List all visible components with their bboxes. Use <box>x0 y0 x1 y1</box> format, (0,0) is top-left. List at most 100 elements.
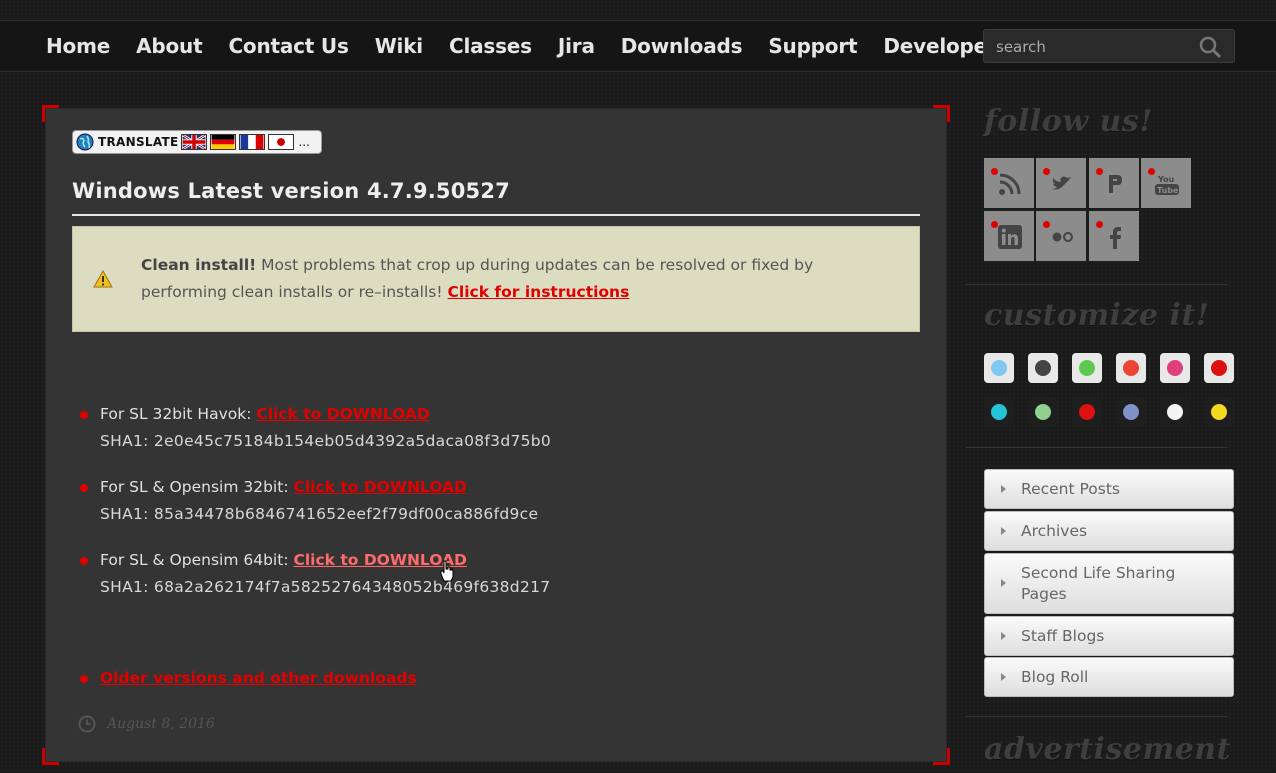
theme-swatch-orange-red[interactable] <box>1116 353 1146 383</box>
clock-icon <box>78 715 96 733</box>
theme-swatch-red-dark[interactable] <box>1072 397 1102 427</box>
theme-swatch-red[interactable] <box>1204 353 1234 383</box>
theme-swatch-white-dark[interactable] <box>1160 397 1190 427</box>
sidebar-divider <box>966 284 1228 285</box>
theme-swatch-green[interactable] <box>1072 353 1102 383</box>
caret-right-icon <box>1001 527 1006 535</box>
facebook-button[interactable] <box>1089 211 1139 261</box>
nav-jira[interactable]: Jira <box>558 34 595 58</box>
japan-flag-icon[interactable] <box>268 134 295 150</box>
bullet <box>80 411 88 419</box>
corner-decoration <box>42 105 59 122</box>
top-navigation-bar: Home About Contact Us Wiki Classes Jira … <box>0 20 1276 72</box>
widget-label: Staff Blogs <box>1021 627 1105 645</box>
youtube-button[interactable]: You Tube <box>1141 158 1191 208</box>
rss-icon <box>999 173 1021 195</box>
post-panel: TRANSLATE ... Windows Latest version 4.7… <box>42 105 950 765</box>
widget-blog-roll[interactable]: Blog Roll <box>984 657 1234 697</box>
corner-decoration <box>933 748 950 765</box>
notice-box: Clean install! Most problems that crop u… <box>72 226 920 332</box>
sha1-value: SHA1: 2e0e45c75184b154eb05d4392a5daca08f… <box>100 432 552 450</box>
widget-staff-blogs[interactable]: Staff Blogs <box>984 616 1234 656</box>
theme-swatch-cyan-dark[interactable] <box>984 397 1014 427</box>
facebook-icon <box>1110 227 1121 249</box>
older-versions-link[interactable]: Older versions and other downloads <box>100 669 417 687</box>
bullet <box>80 675 88 683</box>
linkedin-button[interactable] <box>984 211 1034 261</box>
theme-swatch-dark-gray[interactable] <box>1028 353 1058 383</box>
corner-decoration <box>42 748 59 765</box>
flickr-button[interactable] <box>1036 211 1086 261</box>
sidebar-divider <box>966 716 1228 717</box>
download-label: For SL & Opensim 32bit: <box>100 478 294 496</box>
theme-swatch-yellow-dark[interactable] <box>1204 397 1234 427</box>
warning-icon <box>93 270 113 288</box>
sha1-value: SHA1: 68a2a262174f7a58252764348052b469f6… <box>100 578 551 596</box>
swatch-color <box>991 404 1007 420</box>
france-flag-icon[interactable] <box>239 134 266 150</box>
theme-swatch-light-green-dark[interactable] <box>1028 397 1058 427</box>
widget-recent-posts[interactable]: Recent Posts <box>984 469 1234 509</box>
follow-us-heading: follow us! <box>984 104 1153 139</box>
instructions-link[interactable]: Click for instructions <box>448 283 630 301</box>
widget-second-life-sharing-pages[interactable]: Second Life Sharing Pages <box>984 553 1234 614</box>
germany-flag-icon[interactable] <box>210 134 237 150</box>
notice-text: Clean install! Most problems that crop u… <box>141 252 861 306</box>
theme-swatch-light-blue[interactable] <box>984 353 1014 383</box>
download-link[interactable]: Click to DOWNLOAD <box>293 478 466 496</box>
widget-archives[interactable]: Archives <box>984 511 1234 551</box>
swatch-color <box>1211 360 1227 376</box>
search-input[interactable] <box>994 30 1198 64</box>
search-icon[interactable] <box>1198 35 1222 59</box>
search-box <box>983 29 1235 64</box>
sha1-value: SHA1: 85a34478b6846741652eef2f79df00ca88… <box>100 505 539 523</box>
rss-button[interactable] <box>984 158 1034 208</box>
swatch-color <box>1123 360 1139 376</box>
svg-text:Tube: Tube <box>1157 186 1179 195</box>
widget-label: Recent Posts <box>1021 480 1121 498</box>
widget-label: Archives <box>1021 522 1088 540</box>
translate-widget[interactable]: TRANSLATE ... <box>72 130 322 154</box>
nav-contact-us[interactable]: Contact Us <box>228 34 348 58</box>
download-item: For SL 32bit Havok: Click to DOWNLOAD SH… <box>80 401 552 455</box>
nav-home[interactable]: Home <box>46 34 110 58</box>
post-date: August 8, 2016 <box>78 715 215 733</box>
twitter-icon <box>1052 176 1071 190</box>
nav-about[interactable]: About <box>136 34 203 58</box>
download-item: For SL & Opensim 32bit: Click to DOWNLOA… <box>80 474 539 528</box>
globe-icon <box>76 133 94 151</box>
nav-support[interactable]: Support <box>768 34 857 58</box>
theme-swatch-periwinkle-dark[interactable] <box>1116 397 1146 427</box>
plurk-icon <box>1109 175 1122 193</box>
swatch-color <box>991 360 1007 376</box>
youtube-icon: You Tube <box>1155 175 1179 195</box>
translate-label: TRANSLATE <box>98 135 179 149</box>
date-text: August 8, 2016 <box>107 716 215 732</box>
swatch-color <box>1035 360 1051 376</box>
caret-right-icon <box>1001 673 1006 681</box>
download-item: For SL & Opensim 64bit: Click to DOWNLOA… <box>80 547 551 601</box>
nav-wiki[interactable]: Wiki <box>375 34 423 58</box>
corner-decoration <box>933 105 950 122</box>
older-versions-item: Older versions and other downloads <box>80 665 417 692</box>
caret-right-icon <box>1001 632 1006 640</box>
download-link[interactable]: Click to DOWNLOAD <box>256 405 429 423</box>
twitter-button[interactable] <box>1036 158 1086 208</box>
caret-right-icon <box>1001 579 1006 587</box>
nav-classes[interactable]: Classes <box>449 34 532 58</box>
main-nav: Home About Contact Us Wiki Classes Jira … <box>46 21 1034 71</box>
swatch-color <box>1123 404 1139 420</box>
plurk-button[interactable] <box>1089 158 1139 208</box>
translate-more[interactable]: ... <box>298 135 309 149</box>
title-divider <box>72 214 920 216</box>
swatch-color <box>1167 404 1183 420</box>
theme-swatch-pink[interactable] <box>1160 353 1190 383</box>
swatch-color <box>1079 360 1095 376</box>
customize-heading: customize it! <box>984 298 1210 333</box>
bullet <box>80 484 88 492</box>
uk-flag-icon[interactable] <box>181 134 208 150</box>
widget-label: Second Life Sharing Pages <box>1021 564 1176 603</box>
hand-cursor-icon <box>440 560 454 582</box>
svg-text:You: You <box>1157 175 1175 184</box>
nav-downloads[interactable]: Downloads <box>621 34 743 58</box>
